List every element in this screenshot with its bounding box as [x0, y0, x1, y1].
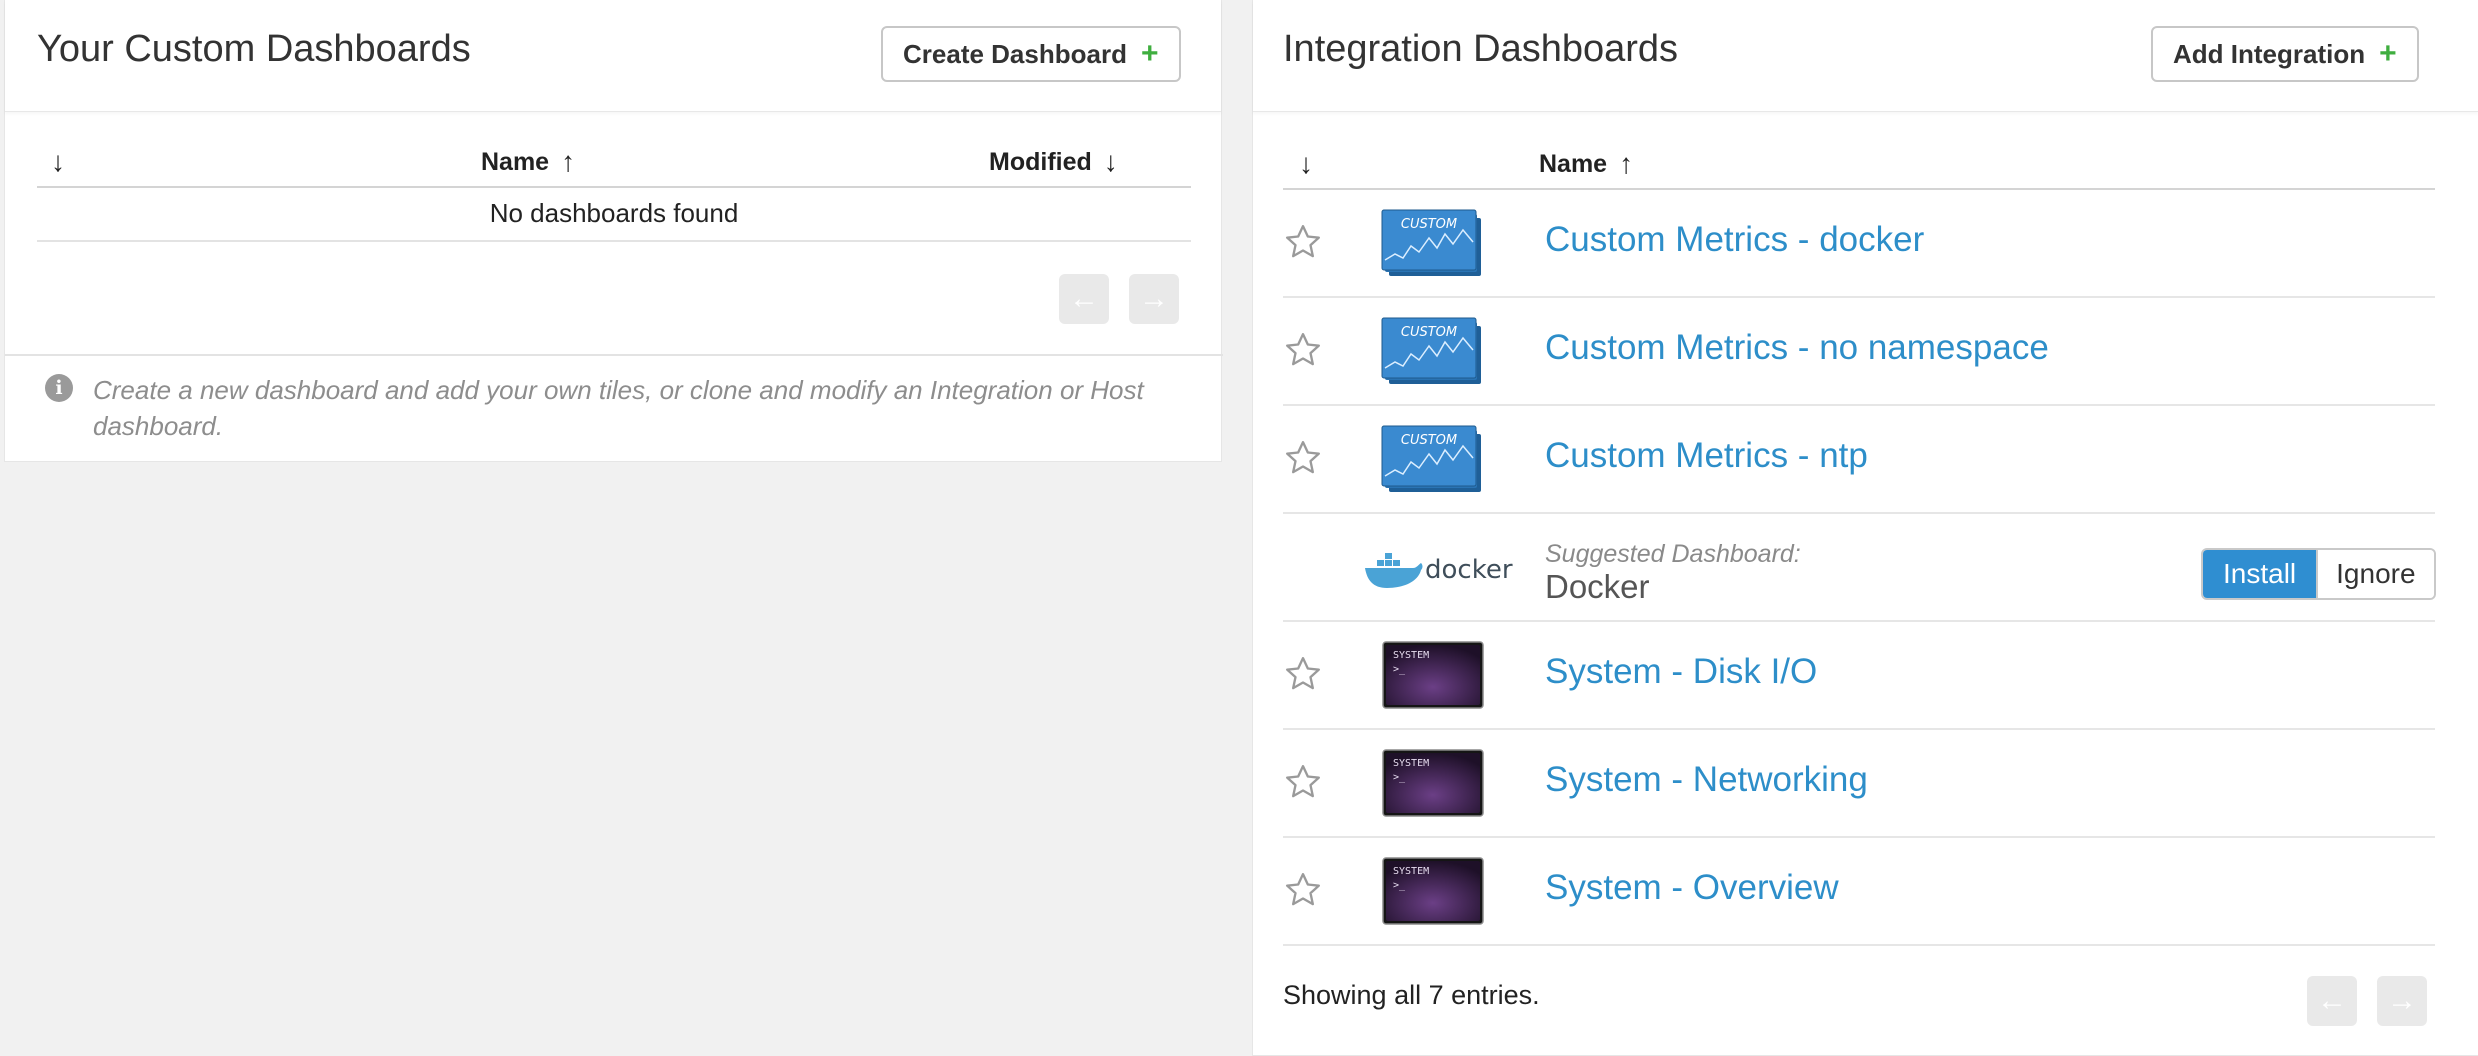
empty-state-text: No dashboards found — [489, 198, 739, 228]
custom-dashboards-header: Your Custom Dashboards Create Dashboard … — [5, 0, 1221, 112]
custom-dashboards-title: Your Custom Dashboards — [37, 28, 471, 70]
plus-icon: + — [2379, 37, 2397, 70]
create-dashboard-label: Create Dashboard — [903, 38, 1127, 69]
create-dashboard-button[interactable]: Create Dashboard + — [881, 26, 1181, 82]
table-row[interactable]: CUSTOM Custom Metrics - docker — [1283, 190, 2435, 298]
name-column-label: Name — [481, 147, 550, 176]
install-button[interactable]: Install — [2203, 550, 2317, 598]
prompt-text: >_ — [1393, 664, 1406, 675]
suggested-dashboard-label: Suggested Dashboard: — [1545, 540, 1801, 568]
modified-column-label: Modified — [989, 147, 1092, 176]
dashboard-link[interactable]: Custom Metrics - docker — [1545, 220, 1924, 260]
integration-dashboards-panel: Integration Dashboards Add Integration +… — [1252, 0, 2478, 1056]
name-column-header[interactable]: Name ↑ — [481, 146, 575, 178]
custom-dashboards-panel: Your Custom Dashboards Create Dashboard … — [4, 0, 1223, 462]
entries-count-text: Showing all 7 entries. — [1283, 980, 1540, 1010]
dashboard-link[interactable]: System - Networking — [1545, 760, 1868, 800]
thumb-text: CUSTOM — [1401, 217, 1457, 232]
next-page-button[interactable]: → — [2377, 976, 2427, 1026]
thumb-text: SYSTEM — [1393, 650, 1429, 661]
table-row[interactable]: SYSTEM >_ System - Networking — [1283, 730, 2435, 838]
table-row[interactable]: SYSTEM >_ System - Disk I/O — [1283, 622, 2435, 730]
next-page-button[interactable]: → — [1129, 274, 1179, 324]
sort-down-arrow-icon: ↓ — [1299, 148, 1313, 179]
dashboard-link[interactable]: System - Overview — [1545, 868, 1839, 908]
info-icon: i — [45, 374, 73, 402]
add-integration-label: Add Integration — [2173, 38, 2366, 69]
thumb-text: SYSTEM — [1393, 866, 1429, 877]
custom-metrics-thumbnail-icon: CUSTOM — [1381, 209, 1481, 276]
table-row[interactable]: CUSTOM Custom Metrics - no namespace — [1283, 298, 2435, 406]
suggested-dashboard-name: Docker — [1545, 568, 1650, 605]
sort-down-arrow-icon: ↓ — [51, 146, 65, 177]
dashboard-link[interactable]: Custom Metrics - no namespace — [1545, 328, 2049, 368]
integration-dashboards-header: Integration Dashboards Add Integration + — [1253, 0, 2478, 112]
custom-metrics-thumbnail-icon: CUSTOM — [1381, 425, 1481, 492]
system-thumbnail-icon: SYSTEM >_ — [1382, 749, 1484, 817]
prompt-text: >_ — [1393, 772, 1406, 783]
prompt-text: >_ — [1393, 880, 1406, 891]
star-icon[interactable] — [1283, 654, 1323, 694]
info-divider — [5, 354, 1223, 356]
thumb-text: CUSTOM — [1401, 325, 1457, 340]
star-icon[interactable] — [1283, 870, 1323, 910]
star-icon[interactable] — [1283, 438, 1323, 478]
thumb-text: CUSTOM — [1401, 433, 1457, 448]
star-icon[interactable] — [1283, 222, 1323, 262]
sort-column-header[interactable]: ↓ — [51, 146, 65, 178]
table-header-divider — [37, 186, 1191, 188]
suggestion-actions: Install Ignore — [2201, 548, 2436, 600]
modified-column-header[interactable]: Modified ↓ — [989, 146, 1118, 178]
thumb-text: SYSTEM — [1393, 758, 1429, 769]
table-row[interactable]: CUSTOM Custom Metrics - ntp — [1283, 406, 2435, 514]
suggested-dashboard-row: docker Suggested Dashboard: Docker Insta… — [1283, 514, 2436, 622]
info-text: Create a new dashboard and add your own … — [93, 375, 1144, 441]
ignore-button[interactable]: Ignore — [2316, 550, 2434, 598]
docker-logo-icon: docker — [1365, 553, 1513, 588]
integration-dashboards-title: Integration Dashboards — [1283, 28, 1679, 70]
name-column-label: Name — [1539, 149, 1608, 178]
sort-up-arrow-icon: ↑ — [1619, 148, 1634, 179]
system-thumbnail-icon: SYSTEM >_ — [1382, 641, 1484, 709]
dashboard-link[interactable]: Custom Metrics - ntp — [1545, 436, 1868, 476]
add-integration-button[interactable]: Add Integration + — [2151, 26, 2419, 82]
star-icon[interactable] — [1283, 762, 1323, 802]
custom-metrics-thumbnail-icon: CUSTOM — [1381, 317, 1481, 384]
plus-icon: + — [1140, 37, 1159, 70]
system-thumbnail-icon: SYSTEM >_ — [1382, 857, 1484, 925]
table-row-divider — [37, 240, 1191, 242]
prev-page-button[interactable]: ← — [1059, 274, 1109, 324]
dashboard-link[interactable]: System - Disk I/O — [1545, 652, 1817, 692]
table-row[interactable]: SYSTEM >_ System - Overview — [1283, 838, 2435, 946]
prev-page-button[interactable]: ← — [2307, 976, 2357, 1026]
star-icon[interactable] — [1283, 330, 1323, 370]
docker-logo-text: docker — [1425, 555, 1513, 585]
name-column-header[interactable]: Name ↑ — [1539, 148, 1633, 180]
sort-down-arrow-icon: ↓ — [1103, 146, 1118, 177]
sort-column-header[interactable]: ↓ — [1299, 148, 1313, 180]
sort-up-arrow-icon: ↑ — [561, 146, 576, 177]
